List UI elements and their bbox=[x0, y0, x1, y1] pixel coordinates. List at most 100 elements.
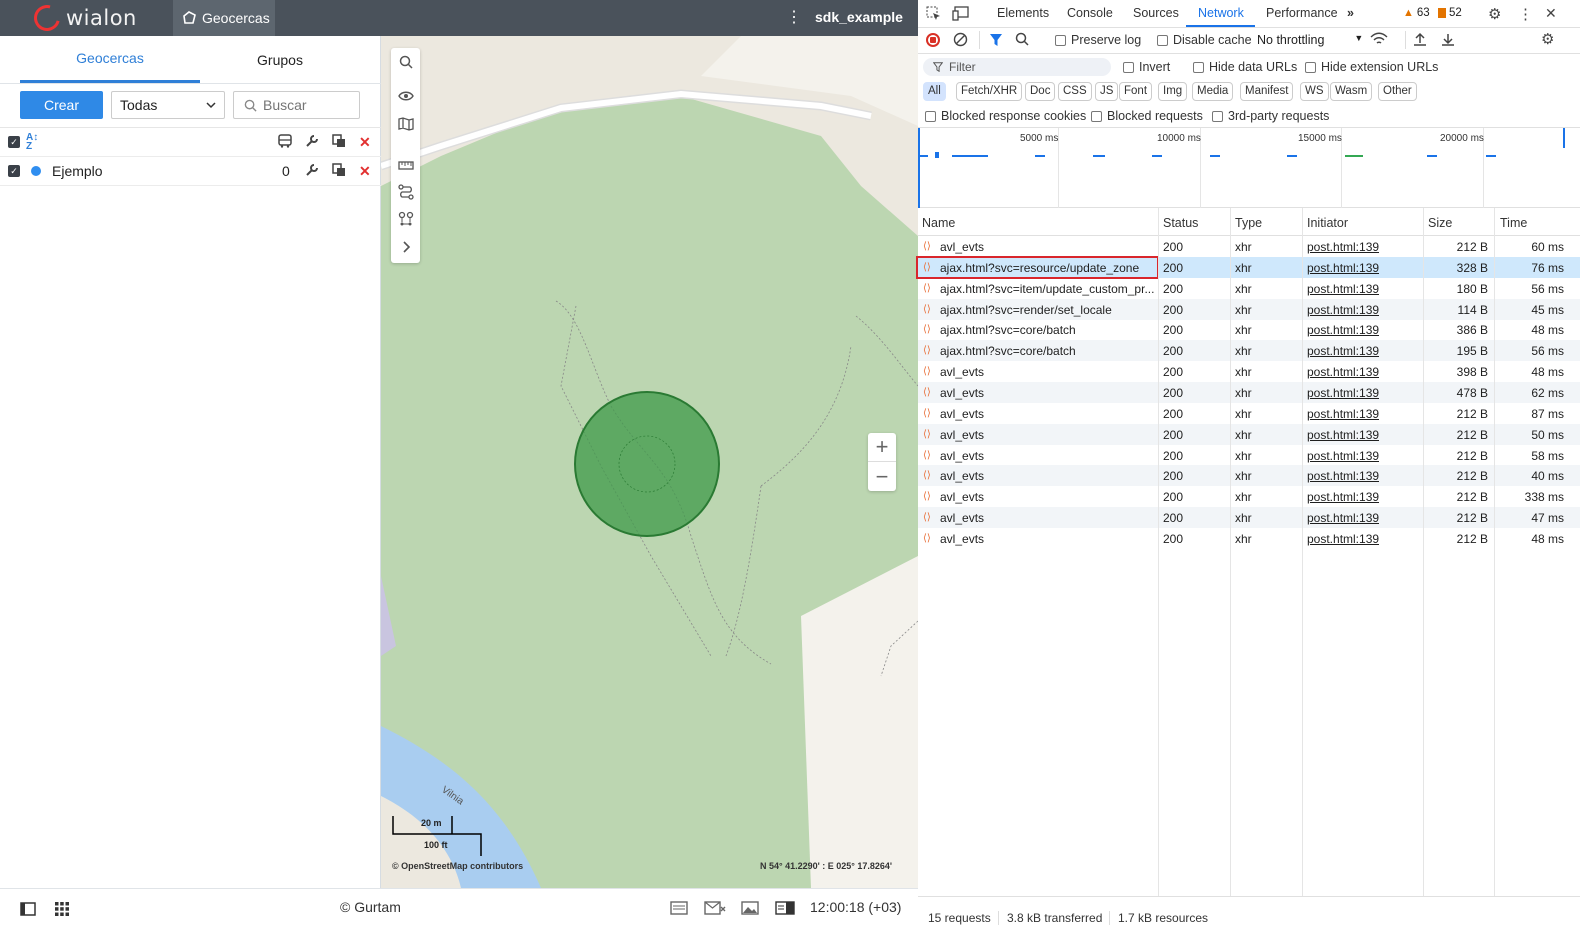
request-row[interactable]: ⟨⟩ avl_evts 200 xhr post.html:139 478 B 62 ms bbox=[918, 381, 1580, 403]
create-button[interactable]: Crear bbox=[20, 91, 103, 119]
type-filter-manifest[interactable]: Manifest bbox=[1240, 82, 1294, 101]
request-initiator[interactable]: post.html:139 bbox=[1307, 323, 1379, 337]
blocked-cookies-checkbox[interactable]: Blocked response cookies bbox=[925, 109, 1086, 123]
request-initiator[interactable]: post.html:139 bbox=[1307, 240, 1379, 254]
chevron-right-icon[interactable] bbox=[391, 233, 420, 260]
export-har-icon[interactable] bbox=[1441, 32, 1455, 50]
type-filter-ws[interactable]: WS bbox=[1300, 82, 1329, 101]
more-tabs-icon[interactable]: » bbox=[1347, 6, 1354, 20]
request-row[interactable]: ⟨⟩ avl_evts 200 xhr post.html:139 212 B 40 ms bbox=[918, 465, 1580, 487]
column-initiator[interactable]: Initiator bbox=[1307, 216, 1348, 230]
layout-icon[interactable] bbox=[775, 901, 795, 920]
third-party-checkbox[interactable]: 3rd-party requests bbox=[1212, 109, 1329, 123]
geofence-circle[interactable] bbox=[573, 390, 723, 540]
map-layers-icon[interactable] bbox=[391, 110, 420, 137]
request-initiator[interactable]: post.html:139 bbox=[1307, 303, 1379, 317]
close-icon[interactable]: ✕ bbox=[1545, 5, 1557, 22]
request-row[interactable]: ⟨⟩ avl_evts 200 xhr post.html:139 212 B 50 ms bbox=[918, 423, 1580, 445]
filter-select[interactable]: Todas bbox=[111, 91, 225, 119]
delete-icon[interactable]: ✕ bbox=[359, 134, 371, 151]
tab-console[interactable]: Console bbox=[1067, 6, 1113, 20]
hide-data-urls-checkbox[interactable]: Hide data URLs bbox=[1193, 60, 1297, 74]
tab-performance[interactable]: Performance bbox=[1266, 6, 1338, 20]
more-menu-icon[interactable]: ⋮ bbox=[786, 8, 802, 28]
request-row[interactable]: ⟨⟩ avl_evts 200 xhr post.html:139 212 B 338 ms bbox=[918, 486, 1580, 507]
clear-icon[interactable] bbox=[953, 32, 968, 50]
request-initiator[interactable]: post.html:139 bbox=[1307, 469, 1379, 483]
wrench-icon[interactable] bbox=[305, 163, 319, 180]
points-icon[interactable] bbox=[391, 205, 420, 232]
request-row[interactable]: ⟨⟩ avl_evts 200 xhr post.html:139 212 B 87 ms bbox=[918, 403, 1580, 424]
type-filter-doc[interactable]: Doc bbox=[1025, 82, 1056, 101]
search-box[interactable] bbox=[233, 91, 360, 119]
zoom-out-button[interactable]: − bbox=[868, 462, 896, 491]
filter-input-box[interactable]: Filter bbox=[923, 58, 1111, 76]
image-icon[interactable] bbox=[741, 901, 759, 920]
type-filter-other[interactable]: Other bbox=[1378, 82, 1417, 101]
request-row[interactable]: ⟨⟩ ajax.html?svc=core/batch 200 xhr post.htm… bbox=[918, 340, 1580, 362]
type-filter-wasm[interactable]: Wasm bbox=[1330, 82, 1373, 101]
request-row[interactable]: ⟨⟩ ajax.html?svc=item/update_custom_pr...… bbox=[918, 278, 1580, 299]
settings-gear-icon[interactable]: ⚙ bbox=[1488, 5, 1501, 23]
request-initiator[interactable]: post.html:139 bbox=[1307, 282, 1379, 296]
tab-elements[interactable]: Elements bbox=[997, 6, 1049, 20]
sort-az-icon[interactable]: A↕ Z bbox=[26, 133, 38, 152]
mail-icon[interactable] bbox=[704, 901, 726, 920]
record-stop-icon[interactable] bbox=[926, 33, 940, 47]
filter-funnel-icon[interactable] bbox=[989, 33, 1003, 50]
warnings-counter[interactable]: ▲ 63 bbox=[1403, 7, 1430, 19]
user-name[interactable]: sdk_example bbox=[815, 9, 903, 25]
network-settings-gear-icon[interactable]: ⚙ bbox=[1541, 30, 1554, 48]
panel-toggle-icon[interactable] bbox=[20, 901, 36, 922]
zoom-in-button[interactable]: + bbox=[868, 433, 896, 462]
copy-icon[interactable] bbox=[332, 133, 346, 151]
tab-sources[interactable]: Sources bbox=[1133, 6, 1179, 20]
more-options-icon[interactable]: ⋮ bbox=[1518, 5, 1533, 23]
disable-cache-checkbox[interactable]: Disable cache bbox=[1157, 33, 1252, 47]
map-view[interactable]: Vilnia + − 20 m 100 ft © OpenStreetMap c… bbox=[381, 36, 918, 888]
request-initiator[interactable]: post.html:139 bbox=[1307, 428, 1379, 442]
request-initiator[interactable]: post.html:139 bbox=[1307, 511, 1379, 525]
column-name[interactable]: Name bbox=[922, 216, 955, 230]
preserve-log-checkbox[interactable]: Preserve log bbox=[1055, 33, 1141, 47]
map-attribution[interactable]: © OpenStreetMap contributors bbox=[392, 861, 523, 871]
request-initiator[interactable]: post.html:139 bbox=[1307, 386, 1379, 400]
eye-icon[interactable] bbox=[391, 82, 420, 109]
bus-icon[interactable] bbox=[277, 133, 293, 152]
column-status[interactable]: Status bbox=[1163, 216, 1198, 230]
request-initiator[interactable]: post.html:139 bbox=[1307, 261, 1379, 275]
request-row[interactable]: ⟨⟩ avl_evts 200 xhr post.html:139 212 B 48 ms bbox=[918, 528, 1580, 549]
request-row[interactable]: ⟨⟩ avl_evts 200 xhr post.html:139 212 B 58 ms bbox=[918, 445, 1580, 466]
type-filter-js[interactable]: JS bbox=[1095, 82, 1119, 101]
module-tab-geocercas[interactable]: Geocercas bbox=[173, 0, 275, 36]
request-initiator[interactable]: post.html:139 bbox=[1307, 344, 1379, 358]
issues-counter[interactable]: 52 bbox=[1438, 7, 1462, 19]
request-row[interactable]: ⟨⟩ avl_evts 200 xhr post.html:139 398 B 48 ms bbox=[918, 361, 1580, 382]
request-row[interactable]: ⟨⟩ avl_evts 200 xhr post.html:139 212 B 47 ms bbox=[918, 507, 1580, 529]
request-initiator[interactable]: post.html:139 bbox=[1307, 407, 1379, 421]
search-icon[interactable] bbox=[391, 48, 420, 75]
network-overview-timeline[interactable]: 5000 ms 10000 ms 15000 ms 20000 ms bbox=[918, 128, 1580, 208]
request-row[interactable]: ⟨⟩ avl_evts 200 xhr post.html:139 212 B 60 ms bbox=[918, 236, 1580, 257]
request-row[interactable]: ⟨⟩ ajax.html?svc=render/set_locale 200 xhr p… bbox=[918, 298, 1580, 320]
search-icon[interactable] bbox=[1015, 32, 1029, 49]
notifications-icon[interactable] bbox=[670, 901, 688, 920]
type-filter-css[interactable]: CSS bbox=[1058, 82, 1092, 101]
select-all-checkbox[interactable]: ✓ bbox=[8, 136, 20, 148]
wrench-icon[interactable] bbox=[305, 134, 319, 151]
throttling-select[interactable]: No throttling ▼ bbox=[1257, 33, 1363, 47]
list-item[interactable]: ✓ Ejemplo 0 ✕ bbox=[0, 157, 381, 186]
column-type[interactable]: Type bbox=[1235, 216, 1262, 230]
type-filter-img[interactable]: Img bbox=[1158, 82, 1188, 101]
column-time[interactable]: Time bbox=[1500, 216, 1527, 230]
device-toolbar-icon[interactable] bbox=[952, 6, 969, 24]
tab-network[interactable]: Network bbox=[1198, 6, 1244, 20]
tab-grupos[interactable]: Grupos bbox=[190, 36, 370, 83]
route-icon[interactable] bbox=[391, 178, 420, 205]
tab-geocercas[interactable]: Geocercas bbox=[20, 36, 200, 83]
request-initiator[interactable]: post.html:139 bbox=[1307, 365, 1379, 379]
wialon-logo[interactable]: wialon bbox=[29, 0, 137, 36]
search-input[interactable] bbox=[263, 97, 353, 113]
blocked-requests-checkbox[interactable]: Blocked requests bbox=[1091, 109, 1203, 123]
ruler-icon[interactable] bbox=[391, 151, 420, 178]
